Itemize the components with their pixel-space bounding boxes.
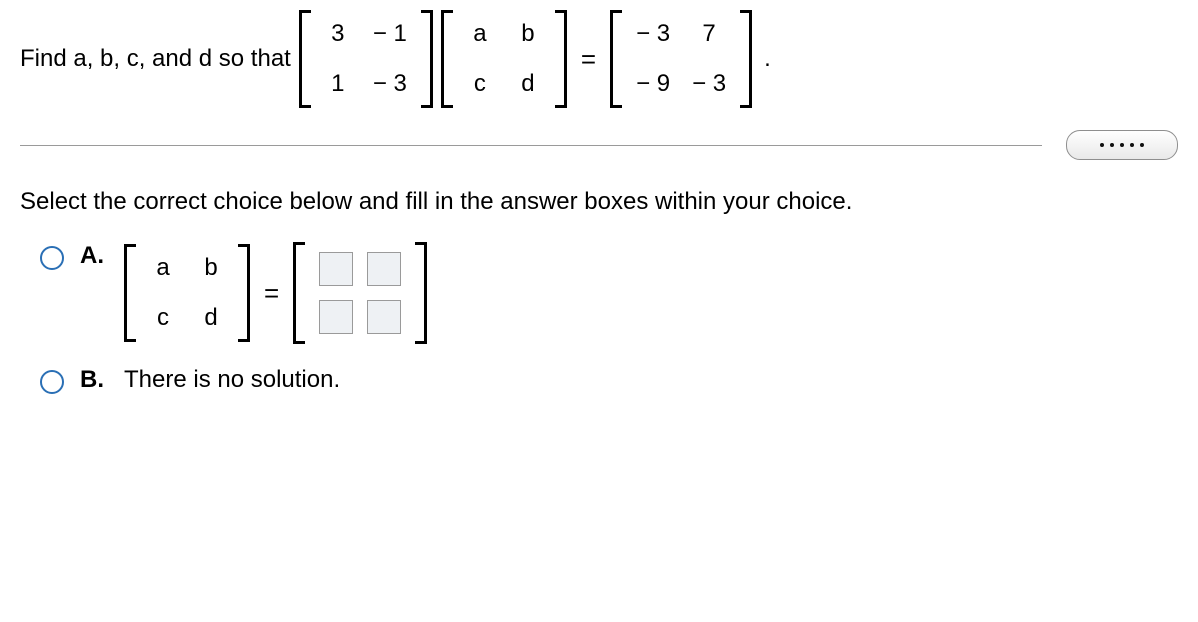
choices: A. a b c d = <box>40 242 1178 394</box>
divider-line <box>20 145 1042 146</box>
m1-r1c1: 3 <box>325 20 351 48</box>
choice-b-label: B. <box>80 366 108 394</box>
matrix-unknown: a b c d <box>441 10 567 108</box>
question-container: Find a, b, c, and d so that 3 − 1 1 − 3 … <box>0 0 1198 622</box>
choice-a-content: a b c d = <box>124 242 427 344</box>
choice-a-rhs-matrix <box>293 242 427 344</box>
choice-a-label: A. <box>80 242 108 270</box>
m1-r2c2: − 3 <box>373 70 407 98</box>
bracket-left-open <box>299 10 313 108</box>
bracket-ans-open <box>293 242 307 344</box>
bracket-a-close <box>236 244 250 342</box>
more-options-button[interactable] <box>1066 130 1178 160</box>
divider-row <box>20 130 1178 160</box>
question-prompt: Find a, b, c, and d so that <box>20 45 291 73</box>
answer-c-input[interactable] <box>319 300 353 334</box>
dots-icon <box>1130 143 1134 147</box>
instruction-text: Select the correct choice below and fill… <box>20 188 1178 216</box>
a-lhs-r2c2: d <box>198 304 224 332</box>
choice-a-lhs-matrix: a b c d <box>124 244 250 342</box>
m2-r1c2: b <box>515 20 541 48</box>
matrix-right: − 3 7 − 9 − 3 <box>610 10 752 108</box>
a-lhs-r1c2: b <box>198 254 224 282</box>
choice-b-radio[interactable] <box>40 370 64 394</box>
m3-r2c1: − 9 <box>636 70 670 98</box>
bracket-left-close <box>419 10 433 108</box>
m2-r2c2: d <box>515 70 541 98</box>
m1-r1c2: − 1 <box>373 20 407 48</box>
bracket-mid-close <box>553 10 567 108</box>
bracket-a-open <box>124 244 138 342</box>
dots-icon <box>1100 143 1104 147</box>
answer-a-input[interactable] <box>319 252 353 286</box>
m2-r2c1: c <box>467 70 493 98</box>
bracket-right-open <box>610 10 624 108</box>
matrix-left: 3 − 1 1 − 3 <box>299 10 433 108</box>
choice-a: A. a b c d = <box>40 242 1178 344</box>
choice-a-radio[interactable] <box>40 246 64 270</box>
equals-sign: = <box>575 44 602 75</box>
a-lhs-r2c1: c <box>150 304 176 332</box>
dots-icon <box>1110 143 1114 147</box>
bracket-mid-open <box>441 10 455 108</box>
m3-r2c2: − 3 <box>692 70 726 98</box>
m1-r2c1: 1 <box>325 70 351 98</box>
m3-r1c1: − 3 <box>636 20 670 48</box>
m2-r1c1: a <box>467 20 493 48</box>
question-period: . <box>760 45 771 73</box>
bracket-ans-close <box>413 242 427 344</box>
choice-a-equals: = <box>258 278 285 309</box>
m3-r1c2: 7 <box>692 20 726 48</box>
choice-b: B. There is no solution. <box>40 366 1178 394</box>
a-lhs-r1c1: a <box>150 254 176 282</box>
dots-icon <box>1140 143 1144 147</box>
choice-b-text: There is no solution. <box>124 366 340 394</box>
question-row: Find a, b, c, and d so that 3 − 1 1 − 3 … <box>20 10 1178 108</box>
dots-icon <box>1120 143 1124 147</box>
answer-d-input[interactable] <box>367 300 401 334</box>
bracket-right-close <box>738 10 752 108</box>
answer-b-input[interactable] <box>367 252 401 286</box>
